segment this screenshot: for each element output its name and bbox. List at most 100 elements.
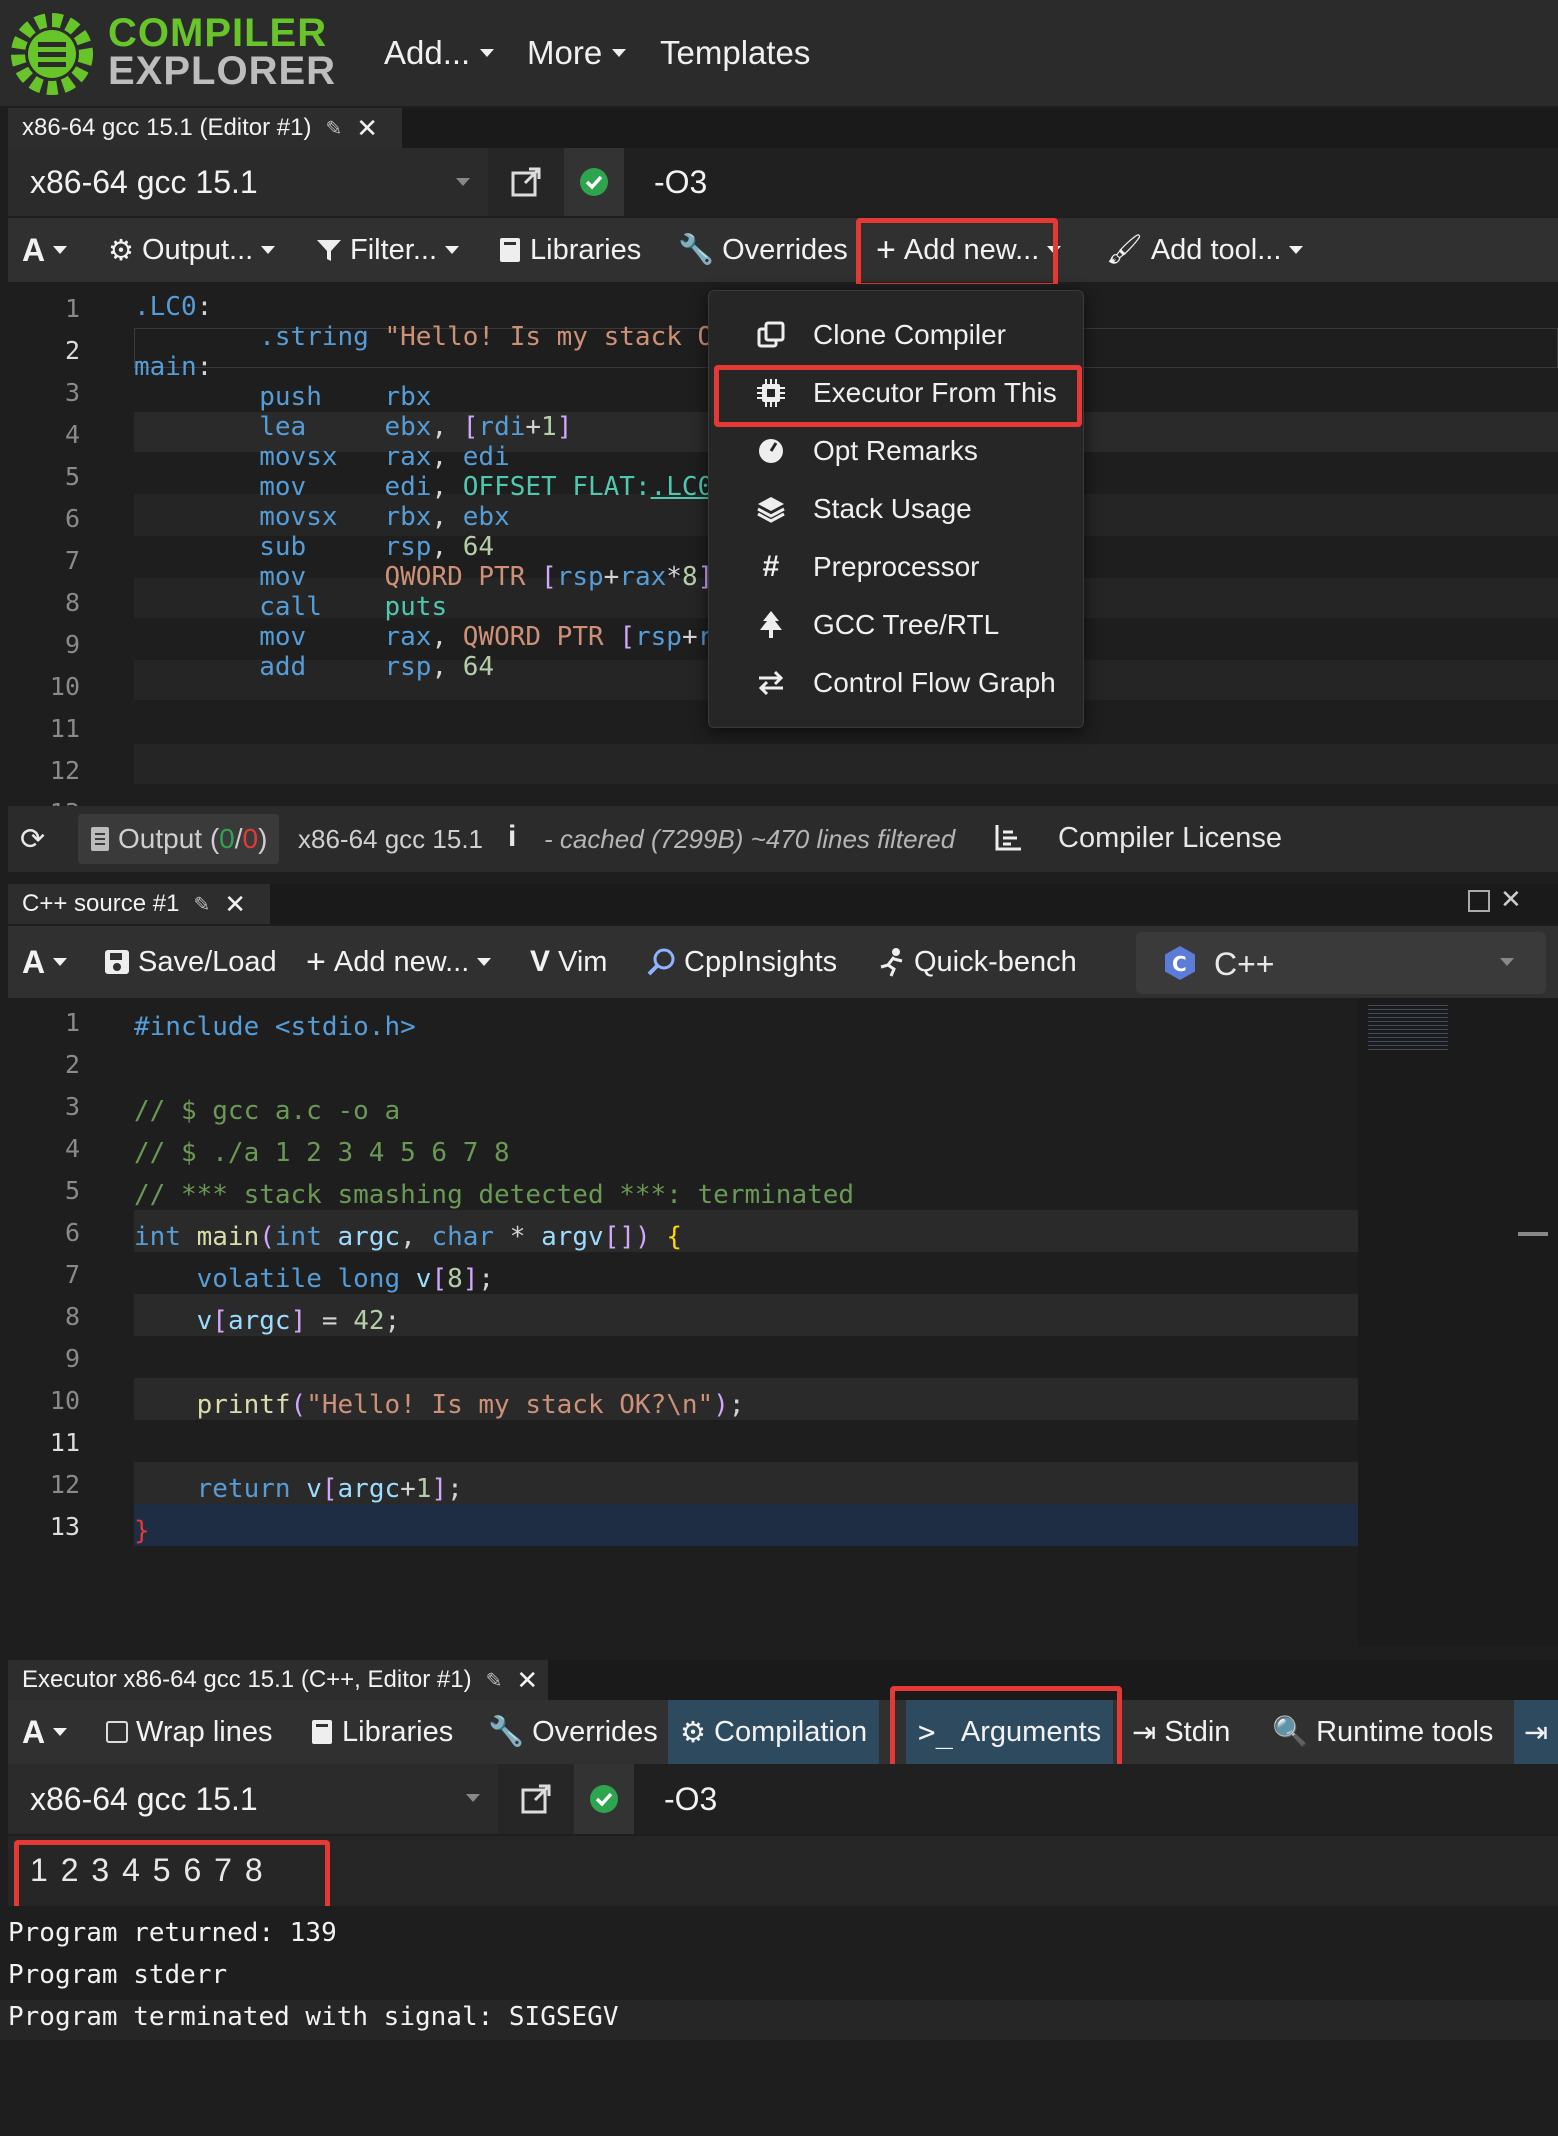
status-info: - cached (7299B) ~470 lines filtered: [544, 824, 956, 854]
maximize-icon[interactable]: [1468, 890, 1490, 912]
compile-status-ok-icon[interactable]: [564, 148, 624, 216]
menu-item-gcc-tree-rtl[interactable]: GCC Tree/RTL: [709, 597, 1085, 653]
libraries-button[interactable]: Libraries: [498, 218, 641, 282]
save-load-button[interactable]: Save/Load: [104, 926, 277, 998]
compilation-toggle-button[interactable]: ⚙ Compilation: [668, 1700, 880, 1764]
close-icon[interactable]: ✕: [356, 113, 378, 144]
add-new-button[interactable]: + Add new...: [306, 926, 492, 998]
font-size-button[interactable]: A: [22, 926, 68, 998]
chevron-down-icon: [466, 1794, 480, 1802]
compiler-explorer-logo-icon[interactable]: [8, 8, 96, 98]
wrap-lines-checkbox[interactable]: Wrap lines: [106, 1700, 272, 1764]
executor-tabstrip: Executor x86-64 gcc 15.1 (C++, Editor #1…: [8, 1660, 1558, 1700]
pencil-icon[interactable]: ✎: [486, 1668, 503, 1693]
libraries-button[interactable]: Libraries: [310, 1700, 453, 1764]
execution-output: Program returned: 139 Program stderr Pro…: [0, 1906, 1558, 2136]
highlight-executor-from-this: [714, 365, 1082, 427]
tab-cpp-source[interactable]: C++ source #1 ✎ ✕: [8, 884, 270, 924]
add-tool-button[interactable]: 🖌 Add tool...: [1106, 218, 1304, 282]
menu-item-opt-remarks[interactable]: Opt Remarks: [709, 423, 1085, 479]
language-select[interactable]: C C++: [1136, 932, 1546, 994]
output-line: Program returned: 139: [8, 1918, 337, 1948]
info-icon[interactable]: i: [508, 820, 516, 854]
close-icon[interactable]: ✕: [224, 889, 246, 920]
tab-asm-compiler[interactable]: x86-64 gcc 15.1 (Editor #1) ✎ ✕: [8, 108, 402, 148]
sign-out-icon[interactable]: ⇥: [1514, 1700, 1558, 1764]
compiler-license-link[interactable]: Compiler License: [1058, 822, 1282, 855]
executor-toolbar: A Wrap lines Libraries 🔧 Overrides ⚙ Compi…: [8, 1700, 1558, 1764]
wrench-icon: 🔧: [678, 234, 715, 266]
chevron-down-icon: [53, 958, 68, 966]
source-editor[interactable]: 1 2 3 4 5 6 7 8 9 10 11 12 13 #include <…: [8, 998, 1558, 1646]
stdin-button[interactable]: ⇥ Stdin: [1132, 1700, 1230, 1764]
nav-templates[interactable]: Templates: [660, 34, 810, 72]
runtime-tools-button[interactable]: 🔍 Runtime tools: [1272, 1700, 1493, 1764]
close-icon[interactable]: ✕: [516, 1665, 538, 1696]
filter-icon: [316, 237, 342, 263]
chevron-down-icon: [456, 178, 470, 186]
gauge-icon: [747, 437, 795, 465]
refresh-icon[interactable]: ⟳: [20, 822, 45, 857]
floppy-disk-icon: [104, 949, 130, 975]
gear-icon: ⚙: [108, 234, 134, 267]
menu-item-control-flow-graph[interactable]: Control Flow Graph: [709, 655, 1085, 711]
overrides-button[interactable]: 🔧 Overrides: [678, 218, 848, 282]
popout-icon[interactable]: [508, 164, 544, 200]
nav-add-menu[interactable]: Add...: [384, 34, 495, 72]
nav-more-menu[interactable]: More: [527, 34, 627, 72]
executor-compiler-bar: x86-64 gcc 15.1 -O3: [8, 1764, 1558, 1834]
asm-toolbar: A ⚙ Output... Filter... Libraries 🔧 Overri…: [8, 218, 1558, 282]
chevron-down-icon: [53, 1728, 68, 1736]
tab-title: x86-64 gcc 15.1 (Editor #1): [22, 114, 312, 141]
chevron-down-icon: [1500, 958, 1514, 966]
book-icon: [498, 237, 522, 263]
tab-title: Executor x86-64 gcc 15.1 (C++, Editor #1…: [22, 1666, 472, 1693]
cppinsights-button[interactable]: CppInsights: [646, 926, 837, 998]
pencil-icon[interactable]: ✎: [326, 116, 343, 141]
tab-executor[interactable]: Executor x86-64 gcc 15.1 (C++, Editor #1…: [8, 1660, 548, 1700]
hash-icon: #: [762, 550, 780, 583]
book-icon: [310, 1719, 334, 1745]
font-size-button[interactable]: A: [22, 218, 68, 282]
cpp-source-code: #include <stdio.h> // $ gcc a.c -o a // …: [134, 1012, 855, 1546]
highlight-arguments-input: [14, 1840, 330, 1912]
compile-status-ok-icon[interactable]: [574, 1764, 634, 1834]
highlight-add-new: [856, 218, 1058, 288]
pencil-icon[interactable]: ✎: [193, 892, 210, 917]
quick-bench-button[interactable]: Quick-bench: [878, 926, 1077, 998]
executor-compiler-select[interactable]: x86-64 gcc 15.1: [8, 1764, 498, 1834]
overrides-button[interactable]: 🔧 Overrides: [488, 1700, 658, 1764]
top-navbar: COMPILER EXPLORER Add... More Templates: [0, 0, 1558, 106]
sign-in-icon: ⇥: [1132, 1716, 1157, 1749]
source-toolbar: A Save/Load + Add new... V Vim CppInsights…: [8, 926, 1558, 998]
cppinsights-icon: [646, 947, 676, 977]
brush-icon: 🖌: [1106, 234, 1143, 266]
compiler-flags-input[interactable]: -O3: [624, 148, 1558, 216]
vim-toggle-button[interactable]: V Vim: [530, 926, 607, 998]
output-button[interactable]: Output (0/0): [78, 814, 280, 864]
output-line: Program terminated with signal: SIGSEGV: [8, 2002, 619, 2032]
asm-tabstrip: x86-64 gcc 15.1 (Editor #1) ✎ ✕: [8, 108, 1558, 148]
search-gear-icon: 🔍: [1272, 1716, 1309, 1748]
source-tabstrip: C++ source #1 ✎ ✕ ✕: [8, 884, 1558, 924]
chart-icon[interactable]: [994, 822, 1024, 852]
layers-icon: [747, 495, 795, 523]
menu-item-clone-compiler[interactable]: Clone Compiler: [709, 307, 1085, 363]
close-pane-icon[interactable]: ✕: [1500, 884, 1522, 915]
wrench-icon: 🔧: [488, 1716, 525, 1748]
minimap-preview: [1368, 1002, 1448, 1052]
popout-icon[interactable]: [518, 1781, 554, 1817]
menu-item-preprocessor[interactable]: # Preprocessor: [709, 539, 1085, 595]
cpp-logo-icon: C: [1162, 945, 1198, 981]
compiler-select[interactable]: x86-64 gcc 15.1: [8, 148, 488, 216]
minimap[interactable]: [1358, 998, 1558, 1646]
tree-icon: [747, 610, 795, 640]
logo-text: COMPILER EXPLORER: [108, 11, 337, 93]
executor-flags-input[interactable]: -O3: [634, 1764, 1558, 1834]
plus-icon: +: [306, 942, 326, 981]
filter-menu-button[interactable]: Filter...: [316, 218, 460, 282]
menu-item-stack-usage[interactable]: Stack Usage: [709, 481, 1085, 537]
asm-status-bar: ⟳ Output (0/0) x86-64 gcc 15.1 i - cache…: [8, 806, 1558, 872]
font-size-button[interactable]: A: [22, 1700, 68, 1764]
output-menu-button[interactable]: ⚙ Output...: [108, 218, 276, 282]
